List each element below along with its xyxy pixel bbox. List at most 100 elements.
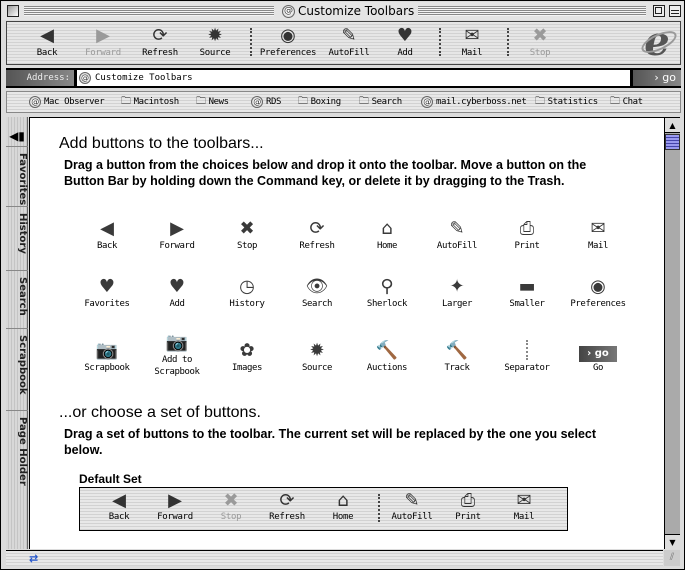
choice-track-button[interactable]: 🔨 Track bbox=[417, 340, 497, 374]
choice-mail-button[interactable]: ✉ Mail bbox=[558, 218, 638, 252]
choice-label: Back bbox=[96, 241, 118, 251]
choice-separator-button[interactable]: Separator bbox=[487, 340, 567, 374]
toolbar-forward-button[interactable]: ▶ Forward bbox=[71, 24, 135, 64]
choice-stop-button[interactable]: ✖ Stop bbox=[207, 218, 287, 252]
source-icon: ✹ bbox=[207, 25, 223, 46]
choice-search-button[interactable]: 👁 Search bbox=[277, 276, 357, 310]
address-value: Customize Toolbars bbox=[95, 73, 193, 83]
toolbar-source-button[interactable]: ✹ Source bbox=[183, 24, 247, 64]
choice-source-button[interactable]: ✹ Source bbox=[277, 340, 357, 374]
folder-icon: 🗀 bbox=[121, 96, 131, 107]
favorite-folder-search[interactable]: 🗀 Search bbox=[359, 95, 402, 109]
choice-label: Source bbox=[301, 363, 333, 373]
choice-sherlock-button[interactable]: ⚲ Sherlock bbox=[347, 276, 427, 310]
window-title: @ Customize Toolbars bbox=[278, 3, 419, 19]
instructions-add-buttons: Drag a button from the choices below and… bbox=[64, 158, 587, 188]
choice-label: Stop bbox=[236, 241, 258, 251]
go-chip: › go bbox=[579, 346, 617, 362]
choice-larger-button[interactable]: ✦ Larger bbox=[417, 276, 497, 310]
folder-icon: 🗀 bbox=[196, 96, 206, 107]
choice-forward-button[interactable]: ▶ Forward bbox=[137, 218, 217, 252]
choice-favorites-button[interactable]: ♥ Favorites bbox=[67, 276, 147, 310]
zoom-box[interactable] bbox=[653, 5, 665, 17]
tab-page-holder[interactable]: Page Holder bbox=[6, 413, 28, 503]
favorite-folder-boxing[interactable]: 🗀 Boxing bbox=[298, 95, 341, 109]
favorites-icon: ♥ bbox=[98, 276, 116, 297]
choice-refresh-button[interactable]: ⟳ Refresh bbox=[277, 218, 357, 252]
resize-grip-icon[interactable]: ⫽ bbox=[664, 550, 680, 566]
scroll-up-arrow-icon[interactable]: ▲ bbox=[665, 118, 680, 133]
vertical-scrollbar[interactable]: ▲ ▼ bbox=[664, 117, 680, 549]
set-refresh-button: ⟳ Refresh bbox=[258, 490, 316, 530]
choice-label: Mail bbox=[587, 241, 609, 251]
choice-add-to-scrapbook-button[interactable]: 📷 Add to Scrapbook bbox=[137, 332, 217, 378]
choice-label: Forward bbox=[159, 241, 195, 251]
track-gavel-icon: 🔨 bbox=[445, 340, 469, 361]
explorer-bar-toggle-icon[interactable]: ◀▮ bbox=[6, 125, 28, 147]
collapse-box[interactable] bbox=[669, 5, 681, 17]
add-favorite-icon: ♥ bbox=[396, 25, 414, 46]
scrapbook-camera-icon: 📷 bbox=[95, 340, 119, 361]
autofill-icon: ✎ bbox=[449, 218, 465, 239]
choice-print-button[interactable]: ⎙ Print bbox=[487, 218, 567, 252]
tab-history[interactable]: History bbox=[6, 209, 28, 271]
tab-scrapbook[interactable]: Scrapbook bbox=[6, 331, 28, 411]
choice-go-button[interactable]: › go Go bbox=[558, 340, 638, 374]
choice-auctions-button[interactable]: 🔨 Auctions bbox=[347, 340, 427, 374]
preferences-icon: ◉ bbox=[590, 276, 606, 297]
choice-label: Search bbox=[301, 299, 333, 309]
choice-history-button[interactable]: ◷ History bbox=[207, 276, 287, 310]
set-separator bbox=[378, 494, 380, 522]
title-bar[interactable]: @ Customize Toolbars bbox=[2, 2, 683, 20]
favorite-folder-macintosh[interactable]: 🗀 Macintosh bbox=[121, 95, 179, 109]
scroll-down-arrow-icon[interactable]: ▼ bbox=[665, 534, 680, 549]
choice-autofill-button[interactable]: ✎ AutoFill bbox=[417, 218, 497, 252]
tab-search[interactable]: Search bbox=[6, 273, 28, 329]
add-to-scrapbook-icon: 📷 bbox=[165, 332, 189, 353]
stop-icon: ✖ bbox=[223, 490, 239, 511]
address-bar: Address: @ Customize Toolbars › go bbox=[6, 68, 681, 88]
title-stripes-left bbox=[24, 6, 274, 16]
default-set-bar[interactable]: ◀ Back ▶ Forward ✖ Stop ⟳ Refresh ⌂ Home ✎ AutoFill… bbox=[79, 487, 568, 531]
heading-choose-set: ...or choose a set of buttons. bbox=[59, 404, 261, 421]
favorite-folder-statistics[interactable]: 🗀 Statistics bbox=[535, 95, 598, 109]
toolbar-autofill-button[interactable]: ✎ AutoFill bbox=[317, 24, 381, 64]
source-icon: ✹ bbox=[309, 340, 325, 361]
scroll-thumb[interactable] bbox=[665, 134, 680, 150]
tab-favorites[interactable]: Favorites bbox=[6, 149, 28, 207]
address-input[interactable]: @ Customize Toolbars bbox=[77, 70, 630, 86]
auctions-gavel-icon: 🔨 bbox=[375, 340, 399, 361]
connection-status-icon: ⇄ bbox=[29, 552, 39, 565]
favorite-mail-cyberboss[interactable]: @ mail.cyberboss.net bbox=[421, 95, 527, 109]
set-home-button: ⌂ Home bbox=[314, 490, 372, 530]
address-label: Address: bbox=[6, 70, 74, 86]
folder-icon: 🗀 bbox=[298, 96, 308, 107]
choice-back-button[interactable]: ◀ Back bbox=[67, 218, 147, 252]
toolbar-back-button[interactable]: ◀ Back bbox=[15, 24, 79, 64]
choice-preferences-button[interactable]: ◉ Preferences bbox=[558, 276, 638, 310]
choice-scrapbook-button[interactable]: 📷 Scrapbook bbox=[67, 340, 147, 374]
toolbar-preferences-button[interactable]: ◉ Preferences bbox=[256, 24, 320, 64]
mail-icon: ✉ bbox=[590, 218, 606, 239]
images-flower-icon: ✿ bbox=[239, 340, 255, 361]
favorite-folder-news[interactable]: 🗀 News bbox=[196, 95, 229, 109]
toolbar-stop-button[interactable]: ✖ Stop bbox=[508, 24, 572, 64]
preferences-icon: ◉ bbox=[280, 25, 296, 46]
stop-icon: ✖ bbox=[532, 25, 548, 46]
at-icon: @ bbox=[79, 72, 91, 84]
favorite-mac-observer[interactable]: @ Mac Observer bbox=[29, 95, 105, 109]
favorite-folder-chat[interactable]: 🗀 Chat bbox=[610, 95, 643, 109]
toolbar-add-button[interactable]: ♥ Add bbox=[373, 24, 437, 64]
choice-home-button[interactable]: ⌂ Home bbox=[347, 218, 427, 252]
toolbar-mail-button[interactable]: ✉ Mail bbox=[440, 24, 504, 64]
at-icon: @ bbox=[421, 96, 433, 108]
heading-add-buttons: Add buttons to the toolbars... bbox=[59, 135, 264, 152]
close-box[interactable] bbox=[7, 5, 19, 17]
choice-label: Separator bbox=[504, 363, 550, 373]
go-button[interactable]: › go bbox=[633, 70, 681, 86]
home-icon: ⌂ bbox=[381, 218, 393, 239]
favorite-rds[interactable]: @ RDS bbox=[251, 95, 281, 109]
choice-images-button[interactable]: ✿ Images bbox=[207, 340, 287, 374]
choice-smaller-button[interactable]: ▬ Smaller bbox=[487, 276, 567, 310]
choice-add-button[interactable]: ♥ Add bbox=[137, 276, 217, 310]
